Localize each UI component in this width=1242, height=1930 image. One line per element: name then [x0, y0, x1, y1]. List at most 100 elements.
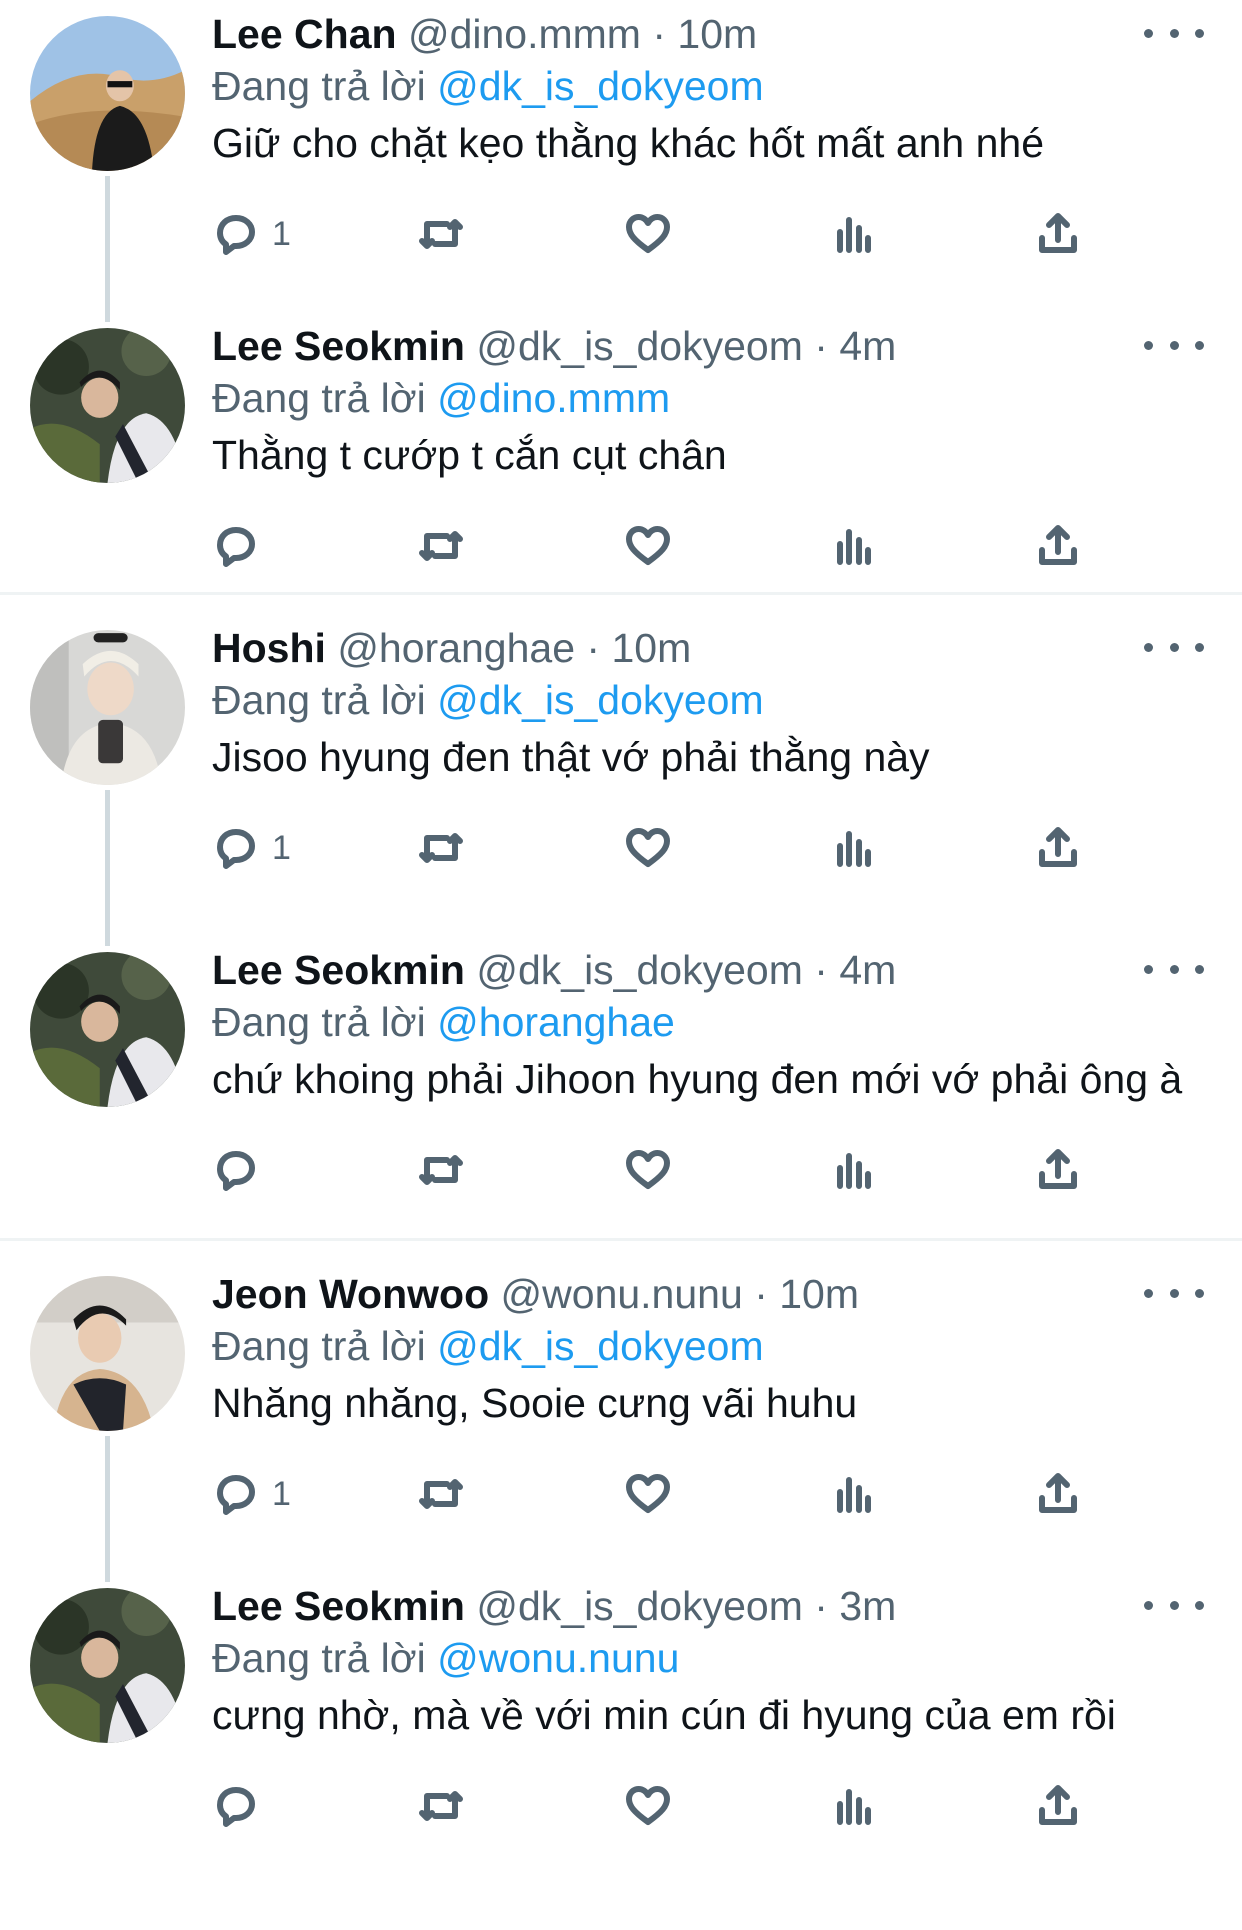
share-icon — [1039, 827, 1077, 867]
like-button[interactable] — [624, 1771, 672, 1841]
action-bar — [212, 1135, 1222, 1205]
share-button[interactable] — [1034, 813, 1082, 883]
like-button[interactable] — [624, 199, 672, 269]
mention-link[interactable]: @dk_is_dokyeom — [437, 677, 764, 723]
retweet-button[interactable] — [417, 199, 465, 269]
timestamp[interactable]: 10m — [779, 1271, 859, 1317]
retweet-button[interactable] — [417, 1771, 465, 1841]
mention-link[interactable]: @horanghae — [437, 999, 675, 1045]
share-button[interactable] — [1034, 199, 1082, 269]
reply-button[interactable] — [212, 1135, 272, 1205]
more-icon[interactable] — [1144, 1588, 1204, 1622]
display-name[interactable]: Lee Chan — [212, 11, 397, 57]
display-name[interactable]: Hoshi — [212, 625, 326, 671]
tweet[interactable]: Lee Chan @dino.mmm · 10m Đang trả lời @d… — [0, 0, 1242, 322]
avatar[interactable] — [30, 1276, 185, 1431]
like-button[interactable] — [624, 1459, 672, 1529]
mention-link[interactable]: @dk_is_dokyeom — [437, 63, 764, 109]
mention-link[interactable]: @wonu.nunu — [437, 1635, 679, 1681]
views-button[interactable] — [830, 1459, 878, 1529]
views-button[interactable] — [830, 199, 878, 269]
replying-to: Đang trả lời @horanghae — [212, 996, 1222, 1048]
heart-icon — [626, 828, 670, 867]
share-icon — [1039, 1149, 1077, 1189]
share-button[interactable] — [1034, 1459, 1082, 1529]
replying-prefix: Đang trả lời — [212, 999, 438, 1045]
replying-prefix: Đang trả lời — [212, 1635, 438, 1681]
views-icon — [837, 529, 871, 565]
share-button[interactable] — [1034, 1771, 1082, 1841]
avatar[interactable] — [30, 952, 185, 1107]
tweet-text: cưng nhờ, mà về với min cún đi hyung của… — [212, 1692, 1116, 1738]
user-handle[interactable]: @horanghae — [337, 625, 575, 671]
views-button[interactable] — [830, 1771, 878, 1841]
retweet-button[interactable] — [417, 813, 465, 883]
more-icon[interactable] — [1144, 16, 1204, 50]
separator-dot: · — [814, 1583, 828, 1629]
like-button[interactable] — [624, 511, 672, 581]
heart-icon — [626, 214, 670, 253]
timestamp[interactable]: 10m — [611, 625, 691, 671]
views-button[interactable] — [830, 511, 878, 581]
user-handle[interactable]: @dk_is_dokyeom — [476, 1583, 803, 1629]
more-icon[interactable] — [1144, 328, 1204, 362]
timestamp[interactable]: 3m — [839, 1583, 896, 1629]
retweet-button[interactable] — [417, 511, 465, 581]
display-name[interactable]: Lee Seokmin — [212, 323, 465, 369]
reply-count: 1 — [272, 828, 291, 867]
reply-button[interactable]: 1 — [212, 1459, 291, 1529]
avatar-image — [30, 1588, 185, 1743]
avatar[interactable] — [30, 630, 185, 785]
tweet[interactable]: Lee Seokmin @dk_is_dokyeom · 4m Đang trả… — [0, 944, 1242, 1265]
user-handle[interactable]: @wonu.nunu — [501, 1271, 743, 1317]
reply-button[interactable] — [212, 1771, 272, 1841]
action-bar — [212, 511, 1222, 581]
timestamp[interactable]: 10m — [677, 11, 757, 57]
retweet-icon — [419, 1155, 463, 1185]
tweet-header: Jeon Wonwoo @wonu.nunu · 10m — [212, 1268, 1222, 1320]
avatar[interactable] — [30, 16, 185, 171]
reply-button[interactable]: 1 — [212, 199, 291, 269]
separator-dot: · — [814, 323, 828, 369]
reply-count: 1 — [272, 214, 291, 253]
tweet[interactable]: Jeon Wonwoo @wonu.nunu · 10m Đang trả lờ… — [0, 1241, 1242, 1582]
avatar[interactable] — [30, 328, 185, 483]
share-button[interactable] — [1034, 1135, 1082, 1205]
replying-to: Đang trả lời @wonu.nunu — [212, 1632, 1222, 1684]
reply-button[interactable] — [212, 511, 272, 581]
display-name[interactable]: Lee Seokmin — [212, 947, 465, 993]
action-bar: 1 — [212, 813, 1222, 883]
more-icon[interactable] — [1144, 952, 1204, 986]
views-button[interactable] — [830, 813, 878, 883]
thread: Hoshi @horanghae · 10m Đang trả lời @dk_… — [0, 595, 1242, 1238]
retweet-button[interactable] — [417, 1135, 465, 1205]
display-name[interactable]: Jeon Wonwoo — [212, 1271, 489, 1317]
thread-connector — [105, 1436, 110, 1582]
tweet-header: Hoshi @horanghae · 10m — [212, 622, 1222, 674]
retweet-button[interactable] — [417, 1459, 465, 1529]
like-button[interactable] — [624, 813, 672, 883]
display-name[interactable]: Lee Seokmin — [212, 1583, 465, 1629]
share-button[interactable] — [1034, 511, 1082, 581]
mention-link[interactable]: @dk_is_dokyeom — [437, 1323, 764, 1369]
like-button[interactable] — [624, 1135, 672, 1205]
tweet[interactable]: Hoshi @horanghae · 10m Đang trả lời @dk_… — [0, 595, 1242, 946]
tweet[interactable]: Lee Seokmin @dk_is_dokyeom · 4m Đang trả… — [0, 320, 1242, 592]
user-handle[interactable]: @dk_is_dokyeom — [476, 947, 803, 993]
more-icon[interactable] — [1144, 1276, 1204, 1310]
share-icon — [1039, 1785, 1077, 1825]
timestamp[interactable]: 4m — [839, 947, 896, 993]
reply-button[interactable]: 1 — [212, 813, 291, 883]
heart-icon — [626, 526, 670, 565]
views-icon — [837, 1477, 871, 1513]
views-button[interactable] — [830, 1135, 878, 1205]
mention-link[interactable]: @dino.mmm — [437, 375, 670, 421]
timestamp[interactable]: 4m — [839, 323, 896, 369]
user-handle[interactable]: @dino.mmm — [408, 11, 641, 57]
tweet[interactable]: Lee Seokmin @dk_is_dokyeom · 3m Đang trả… — [0, 1580, 1242, 1930]
avatar-image — [30, 16, 185, 171]
tweet-text: Nhăng nhăng, Sooie cưng vãi huhu — [212, 1380, 858, 1426]
avatar[interactable] — [30, 1588, 185, 1743]
more-icon[interactable] — [1144, 630, 1204, 664]
user-handle[interactable]: @dk_is_dokyeom — [476, 323, 803, 369]
